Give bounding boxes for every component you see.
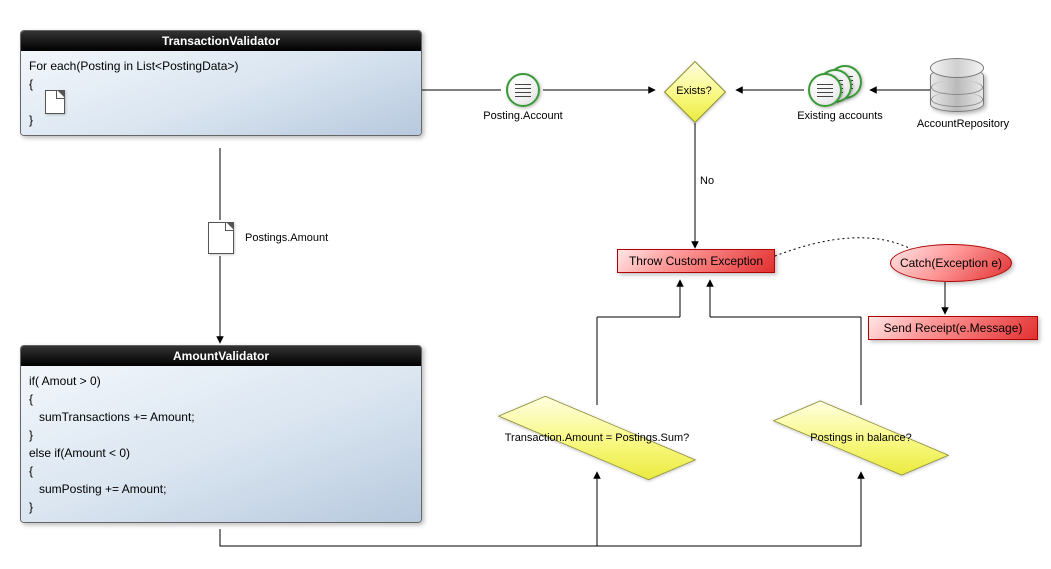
decision-label: Exists? [661, 58, 727, 124]
decision-sum[interactable]: Transaction.Amount = Postings.Sum? [478, 405, 716, 471]
decision-label: Postings in balance? [760, 405, 962, 471]
postings-amount-label: Postings.Amount [245, 232, 328, 244]
class-body: if( Amout > 0) { sumTransactions += Amou… [21, 366, 421, 522]
send-receipt-node[interactable]: Send Receipt(e.Message) [868, 316, 1038, 340]
database-icon[interactable] [930, 58, 984, 112]
catch-label: Catch(Exception e) [900, 256, 1002, 270]
class-body: For each(Posting in List<PostingData>) {… [21, 51, 421, 135]
catch-node[interactable]: Catch(Exception e) [890, 244, 1012, 282]
decision-balance[interactable]: Postings in balance? [760, 405, 962, 471]
existing-accounts-label: Existing accounts [790, 110, 890, 122]
class-transaction-validator[interactable]: TransactionValidator For each(Posting in… [20, 30, 422, 136]
account-repository-label: AccountRepository [908, 118, 1018, 130]
throw-exception-label: Throw Custom Exception [629, 254, 763, 268]
throw-exception-node[interactable]: Throw Custom Exception [617, 249, 775, 273]
class-title: AmountValidator [21, 346, 421, 366]
diagram-canvas: TransactionValidator For each(Posting in… [0, 0, 1051, 569]
send-receipt-label: Send Receipt(e.Message) [884, 321, 1023, 335]
existing-accounts-icon[interactable] [808, 73, 842, 107]
class-title: TransactionValidator [21, 31, 421, 51]
decision-label: Transaction.Amount = Postings.Sum? [478, 405, 716, 471]
posting-account-icon[interactable] [506, 73, 540, 107]
class-amount-validator[interactable]: AmountValidator if( Amout > 0) { sumTran… [20, 345, 422, 523]
edge-label-no: No [700, 175, 714, 187]
postings-amount-icon[interactable] [208, 222, 234, 254]
decision-exists[interactable]: Exists? [661, 58, 727, 124]
posting-account-label: Posting.Account [478, 110, 568, 122]
document-icon [45, 90, 65, 114]
